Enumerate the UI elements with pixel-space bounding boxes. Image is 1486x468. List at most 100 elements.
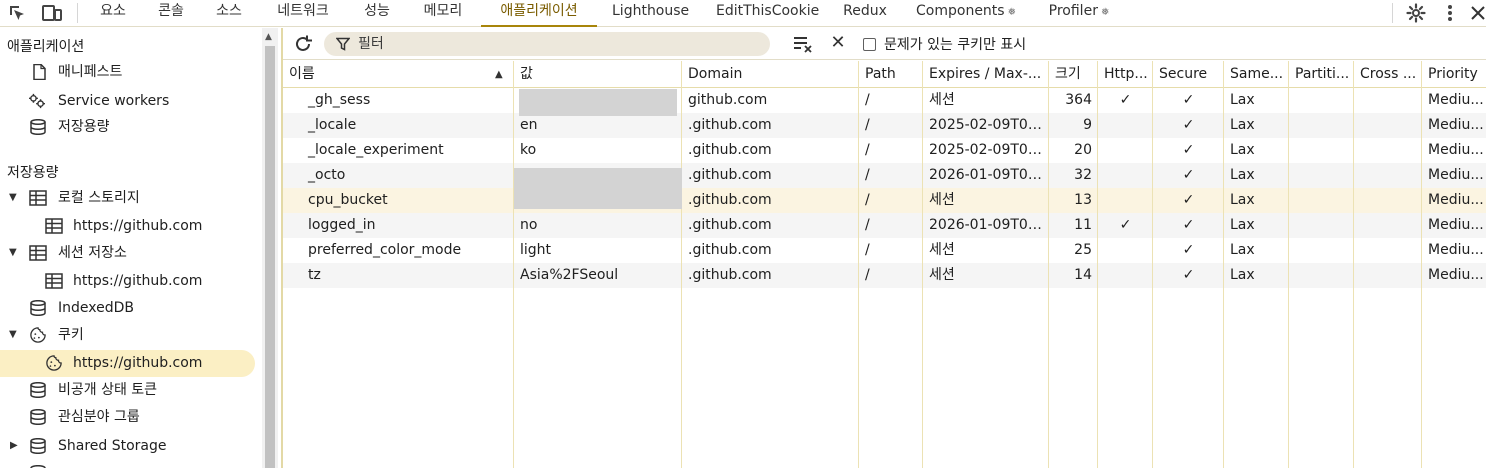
table-header: 이름 값 Domain Path Expires / Max-... 크기 Http... S… <box>283 61 1486 88</box>
close-devtools-icon[interactable] <box>1469 2 1486 24</box>
sidebar-item-local-storage-github[interactable]: https://github.com <box>0 213 255 239</box>
column-header-partition[interactable]: Partiti... <box>1289 61 1354 88</box>
filter-input[interactable] <box>358 34 758 54</box>
tab-elements[interactable]: 요소 <box>97 0 129 27</box>
column-header-priority[interactable]: Priority <box>1422 61 1486 88</box>
checkbox-box[interactable] <box>863 37 876 51</box>
tab-console[interactable]: 콘솔 <box>155 0 187 27</box>
table-row[interactable]: cpu_bucketlg.github.com/세션13✓LaxMediu... <box>283 188 1486 213</box>
tab-network[interactable]: 네트워크 <box>273 0 333 27</box>
sidebar-item-local-storage[interactable]: ▼ 로컬 스토리지 <box>0 185 255 211</box>
column-header-domain[interactable]: Domain <box>682 61 859 88</box>
cell-cross <box>1354 213 1422 238</box>
column-separator[interactable] <box>922 61 923 468</box>
column-separator[interactable] <box>858 61 859 468</box>
sidebar-item-label: https://github.com <box>73 355 203 371</box>
sidebar-item-session-storage[interactable]: ▼ 세션 저장소 <box>0 240 255 266</box>
sidebar-item-cookies-github[interactable]: https://github.com <box>0 350 255 376</box>
sidebar-item-interest-groups[interactable]: 관심분야 그룹 <box>0 404 255 430</box>
sidebar-item-cookies[interactable]: ▼ 쿠키 <box>0 322 255 348</box>
filter-box[interactable] <box>324 32 770 56</box>
cell-size: 32 <box>1074 167 1092 183</box>
sidebar-item-label: 관심분야 그룹 <box>58 409 140 425</box>
table-row[interactable]: logged_in no .github.com / 2026-01-09T07... 1… <box>283 213 1486 238</box>
column-separator[interactable] <box>1223 61 1224 468</box>
column-separator[interactable] <box>681 61 682 468</box>
column-separator[interactable] <box>1097 61 1098 468</box>
collapse-triangle-icon[interactable]: ▶ <box>10 433 18 459</box>
tab-sources[interactable]: 소스 <box>213 0 245 27</box>
sidebar-item-label: 쿠키 <box>58 327 84 343</box>
expand-triangle-icon[interactable]: ▼ <box>9 185 17 211</box>
column-separator[interactable] <box>1288 61 1289 468</box>
cell-path: / <box>865 117 870 133</box>
cell-priority: Mediu... <box>1428 167 1484 183</box>
column-separator[interactable] <box>1152 61 1153 468</box>
inspect-element-icon[interactable] <box>6 2 28 24</box>
sidebar-item-session-storage-github[interactable]: https://github.com <box>0 268 255 294</box>
scrollbar-thumb[interactable] <box>265 46 275 468</box>
clear-filtered-cookies-icon[interactable] <box>792 33 814 55</box>
expand-triangle-icon[interactable]: ▼ <box>9 240 17 266</box>
column-header-size[interactable]: 크기 <box>1049 61 1098 88</box>
cell-name: _locale <box>308 117 357 133</box>
sidebar-item-cache-storage[interactable] <box>0 460 255 468</box>
cell-domain: .github.com <box>688 167 772 183</box>
table-row[interactable]: _locale_experiment ko .github.com / 2025-02-… <box>283 138 1486 163</box>
sidebar-item-label: IndexedDB <box>58 300 134 316</box>
tab-profiler[interactable]: Profiler ❅ <box>1046 0 1112 27</box>
tab-application[interactable]: 애플리케이션 <box>481 0 597 27</box>
table-row[interactable]: _locale en .github.com / 2025-02-09T07... 9 ✓ L… <box>283 113 1486 138</box>
tab-lighthouse[interactable]: Lighthouse <box>612 0 689 27</box>
tab-performance[interactable]: 성능 <box>361 0 393 27</box>
cell-http <box>1098 138 1153 163</box>
sidebar-item-manifest[interactable]: 매니페스트 <box>0 59 255 85</box>
tab-editthiscookie[interactable]: EditThisCookie <box>716 0 819 27</box>
more-options-icon[interactable] <box>1439 2 1461 24</box>
sidebar-scrollbar[interactable]: ▲ <box>262 28 278 468</box>
sidebar-item-label: 저장용량 <box>58 119 110 135</box>
table-grid-icon <box>45 218 63 234</box>
scroll-up-arrow-icon[interactable]: ▲ <box>265 32 272 42</box>
sidebar-item-storage[interactable]: 저장용량 <box>0 114 255 140</box>
devtools-tab-bar: 요소 콘솔 소스 네트워크 성능 메모리 애플리케이션 Lighthouse E… <box>0 0 1486 27</box>
cell-secure: ✓ <box>1182 167 1195 183</box>
settings-gear-icon[interactable] <box>1405 2 1427 24</box>
refresh-icon[interactable] <box>292 33 314 55</box>
sidebar-item-service-workers[interactable]: Service workers <box>0 88 255 114</box>
table-row[interactable]: preferred_color_mode light .github.com / 세션 2… <box>283 238 1486 263</box>
column-header-secure[interactable]: Secure <box>1153 61 1224 88</box>
column-header-value[interactable]: 값 <box>514 61 682 88</box>
column-separator[interactable] <box>1048 61 1049 468</box>
table-row[interactable]: tz Asia%2FSeoul .github.com / 세션 14 ✓ Lax Mediu.… <box>283 263 1486 288</box>
tab-components[interactable]: Components ❅ <box>913 0 1019 27</box>
column-header-name[interactable]: 이름 <box>283 61 514 88</box>
delete-selected-icon[interactable]: ✕ <box>827 32 849 54</box>
table-row[interactable]: _octo .github.com / 2026-01-09T07... 32 ✓ Lax M… <box>283 163 1486 188</box>
column-header-path[interactable]: Path <box>859 61 923 88</box>
sidebar-item-private-state-tokens[interactable]: 비공개 상태 토큰 <box>0 377 255 403</box>
table-grid-icon <box>29 245 47 261</box>
sort-ascending-icon[interactable]: ▲ <box>495 61 503 88</box>
tab-redux[interactable]: Redux <box>843 0 887 27</box>
device-toolbar-icon[interactable] <box>41 2 63 24</box>
sidebar-item-indexeddb[interactable]: IndexedDB <box>0 295 255 321</box>
cell-priority: Mediu... <box>1428 267 1484 283</box>
column-header-cross[interactable]: Cross ... <box>1354 61 1422 88</box>
expand-triangle-icon[interactable]: ▼ <box>9 322 17 348</box>
column-header-http[interactable]: Http... <box>1098 61 1153 88</box>
table-row[interactable]: _gh_sess github.com / 세션 364 ✓ ✓ Lax Mediu... <box>283 88 1486 113</box>
column-separator[interactable] <box>1353 61 1354 468</box>
tab-memory[interactable]: 메모리 <box>420 0 466 27</box>
column-separator[interactable] <box>1421 61 1422 468</box>
column-header-same[interactable]: Same... <box>1224 61 1289 88</box>
sidebar-item-label: Service workers <box>58 93 170 109</box>
cell-same: Lax <box>1230 117 1255 133</box>
column-separator[interactable] <box>513 61 514 468</box>
only-issues-checkbox[interactable]: 문제가 있는 쿠키만 표시 <box>863 35 1026 53</box>
cell-partition <box>1289 238 1354 263</box>
cell-partition <box>1289 138 1354 163</box>
cell-domain: .github.com <box>688 267 772 283</box>
column-header-expires[interactable]: Expires / Max-... <box>923 61 1049 88</box>
sidebar-item-shared-storage[interactable]: ▶ Shared Storage <box>0 433 255 459</box>
